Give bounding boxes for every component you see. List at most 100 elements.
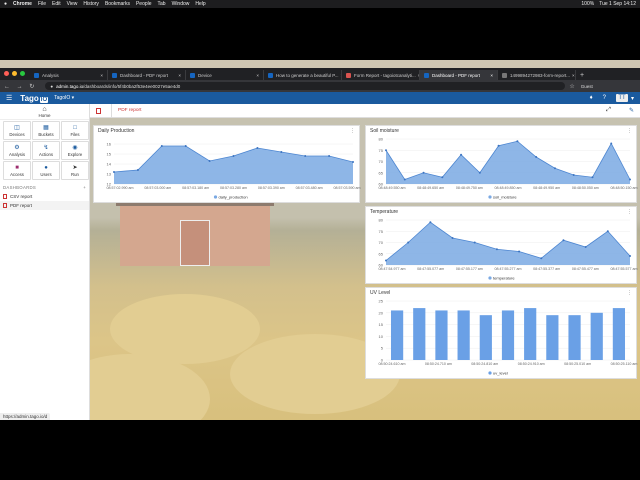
data-point xyxy=(591,176,594,179)
data-point xyxy=(304,155,307,157)
uv-level-bar xyxy=(413,308,426,360)
chevron-down-icon[interactable]: ▾ xyxy=(631,95,634,102)
menu-app[interactable]: Chrome xyxy=(13,1,32,7)
sidebar-item-buckets[interactable]: ▦ Buckets xyxy=(32,121,60,140)
data-point xyxy=(606,230,609,233)
sidebar-item-label: Access xyxy=(10,171,24,177)
browser-tab[interactable]: Form Report - tagoiotcanalyti...× xyxy=(342,70,420,80)
uv-level-bar xyxy=(479,315,492,360)
widget-menu-icon[interactable]: ⋮ xyxy=(627,290,632,296)
y-tick-label: 10 xyxy=(379,334,384,339)
widget-menu-icon[interactable]: ⋮ xyxy=(627,209,632,215)
sidebar-item-label: Explore xyxy=(67,151,83,157)
browser-tab[interactable]: Analysis × xyxy=(30,70,108,80)
data-point xyxy=(572,174,575,176)
notification-bell-icon[interactable]: ♦ xyxy=(590,95,593,101)
data-point xyxy=(136,169,139,171)
close-window-button[interactable] xyxy=(4,71,9,76)
account-selector[interactable]: TagoIO ▾ xyxy=(54,95,74,101)
data-point xyxy=(610,142,613,145)
menu-bookmarks[interactable]: Bookmarks xyxy=(105,1,130,7)
widget-menu-icon[interactable]: ⋮ xyxy=(350,128,355,134)
sidebar-item-label: Buckets xyxy=(38,131,54,137)
uv-level-bar xyxy=(590,312,603,360)
hamburger-menu-icon[interactable]: ☰ xyxy=(6,94,12,102)
dashboard-canvas: PDF report ⤢ ✎ Daily Production ⋮ 12 13 14… xyxy=(90,104,640,420)
widget-title: Soil moisture xyxy=(370,128,399,134)
tago-favicon-icon xyxy=(112,72,117,78)
menu-view[interactable]: View xyxy=(67,1,78,7)
dashboard-item-pdf-report[interactable]: PDF report xyxy=(0,201,89,210)
fullscreen-icon[interactable]: ⤢ xyxy=(606,107,611,114)
browser-tab[interactable]: Dashboard - PDF report × xyxy=(108,70,186,80)
sidebar-item-label: Run xyxy=(71,171,79,177)
x-tick-label: 08:57:03.000 am xyxy=(144,186,171,190)
tab-label: Dashboard - PDF report xyxy=(120,72,169,78)
sidebar-item-label: Analysis xyxy=(8,151,25,157)
menu-tab[interactable]: Tab xyxy=(158,1,166,7)
battery-level[interactable]: 100% xyxy=(581,1,594,7)
guest-profile-button[interactable]: Guest xyxy=(581,84,593,89)
help-icon[interactable]: ? xyxy=(603,95,606,101)
sidebar-item-access[interactable]: ■ Access xyxy=(3,161,31,180)
data-point xyxy=(232,155,235,157)
browser-tab-strip: Analysis × Dashboard - PDF report × Device… xyxy=(0,68,640,80)
legend-label: temperature xyxy=(493,276,515,281)
close-tab-icon[interactable]: × xyxy=(488,73,493,78)
data-point xyxy=(497,144,500,147)
x-tick-label: 08:57:03.280 am xyxy=(220,186,247,190)
zoom-window-button[interactable] xyxy=(20,71,25,76)
menu-file[interactable]: File xyxy=(38,1,46,7)
address-bar[interactable]: ● admin.tago.io /dashboards/info/5f4b0ba… xyxy=(45,82,566,90)
menu-people[interactable]: People xyxy=(136,1,152,7)
sidebar-item-label: Actions xyxy=(38,151,54,157)
close-tab-icon[interactable]: × xyxy=(176,73,181,78)
dashboards-section-header: DASHBOARDS + xyxy=(0,181,89,192)
browser-tab[interactable]: 1499894272983-form-report... × xyxy=(498,70,576,80)
legend-label: uv_level xyxy=(493,371,508,376)
dashboard-item-csv-report[interactable]: CSV report xyxy=(0,192,89,201)
x-tick-label: 08:48:49.650 am xyxy=(417,186,444,190)
edit-pencil-icon[interactable]: ✎ xyxy=(629,107,634,114)
close-tab-icon[interactable]: × xyxy=(570,73,575,78)
image-favicon-icon xyxy=(502,72,507,78)
apple-icon[interactable]: ● xyxy=(4,1,7,7)
sidebar-item-actions[interactable]: ↯ Actions xyxy=(32,141,60,160)
menu-history[interactable]: History xyxy=(83,1,99,7)
data-point xyxy=(629,255,631,257)
tago-logo[interactable]: Tago IO xyxy=(20,94,49,103)
forward-icon[interactable]: → xyxy=(17,84,23,90)
sidebar-item-analysis[interactable]: ⚙ Analysis xyxy=(3,141,31,160)
clock[interactable]: Tue 1 Sep 14:12 xyxy=(599,1,636,7)
browser-tab[interactable]: Device × xyxy=(186,70,264,80)
widget-menu-icon[interactable]: ⋮ xyxy=(627,128,632,134)
sidebar-home[interactable]: ⌂ Home xyxy=(0,104,89,120)
menu-window[interactable]: Window xyxy=(172,1,190,7)
user-avatar[interactable]: TT xyxy=(615,94,628,102)
minimize-window-button[interactable] xyxy=(12,71,17,76)
menubar-status: 100% Tue 1 Sep 14:12 xyxy=(576,1,636,7)
sidebar-item-devices[interactable]: ◫ Devices xyxy=(3,121,31,140)
star-icon[interactable]: ☆ xyxy=(569,83,574,90)
menu-help[interactable]: Help xyxy=(195,1,205,7)
x-tick-label: 08:47:55.177 am xyxy=(456,267,483,271)
chart-daily-production: 121314151608:57:02.990 am 08:57:03.000 am… xyxy=(107,142,361,200)
add-dashboard-icon[interactable]: + xyxy=(83,185,86,190)
browser-tab-active[interactable]: Dashboard - PDF report × xyxy=(420,70,498,80)
x-tick-label: 08:50:25.010 am xyxy=(564,362,591,366)
back-icon[interactable]: ← xyxy=(4,84,10,90)
dashboard-toolbar-actions: ⤢ ✎ xyxy=(588,107,634,114)
reload-icon[interactable]: ↻ xyxy=(29,84,34,90)
new-tab-button[interactable]: + xyxy=(580,72,584,79)
sidebar-item-explore[interactable]: ◉ Explore xyxy=(61,141,89,160)
sidebar-item-files[interactable]: □ Files xyxy=(61,121,89,140)
x-tick-label: 08:48:49.750 am xyxy=(456,186,483,190)
sidebar-item-users[interactable]: ● Users xyxy=(32,161,60,180)
close-tab-icon[interactable]: × xyxy=(254,73,259,78)
document-icon xyxy=(3,194,7,199)
dashboard-tab-pdf-report[interactable]: PDF report xyxy=(111,104,141,118)
sidebar-item-run[interactable]: ➤ Run xyxy=(61,161,89,180)
close-tab-icon[interactable]: × xyxy=(98,73,103,78)
browser-tab[interactable]: How to generate a beautiful P...× xyxy=(264,70,342,80)
menu-edit[interactable]: Edit xyxy=(52,1,61,7)
